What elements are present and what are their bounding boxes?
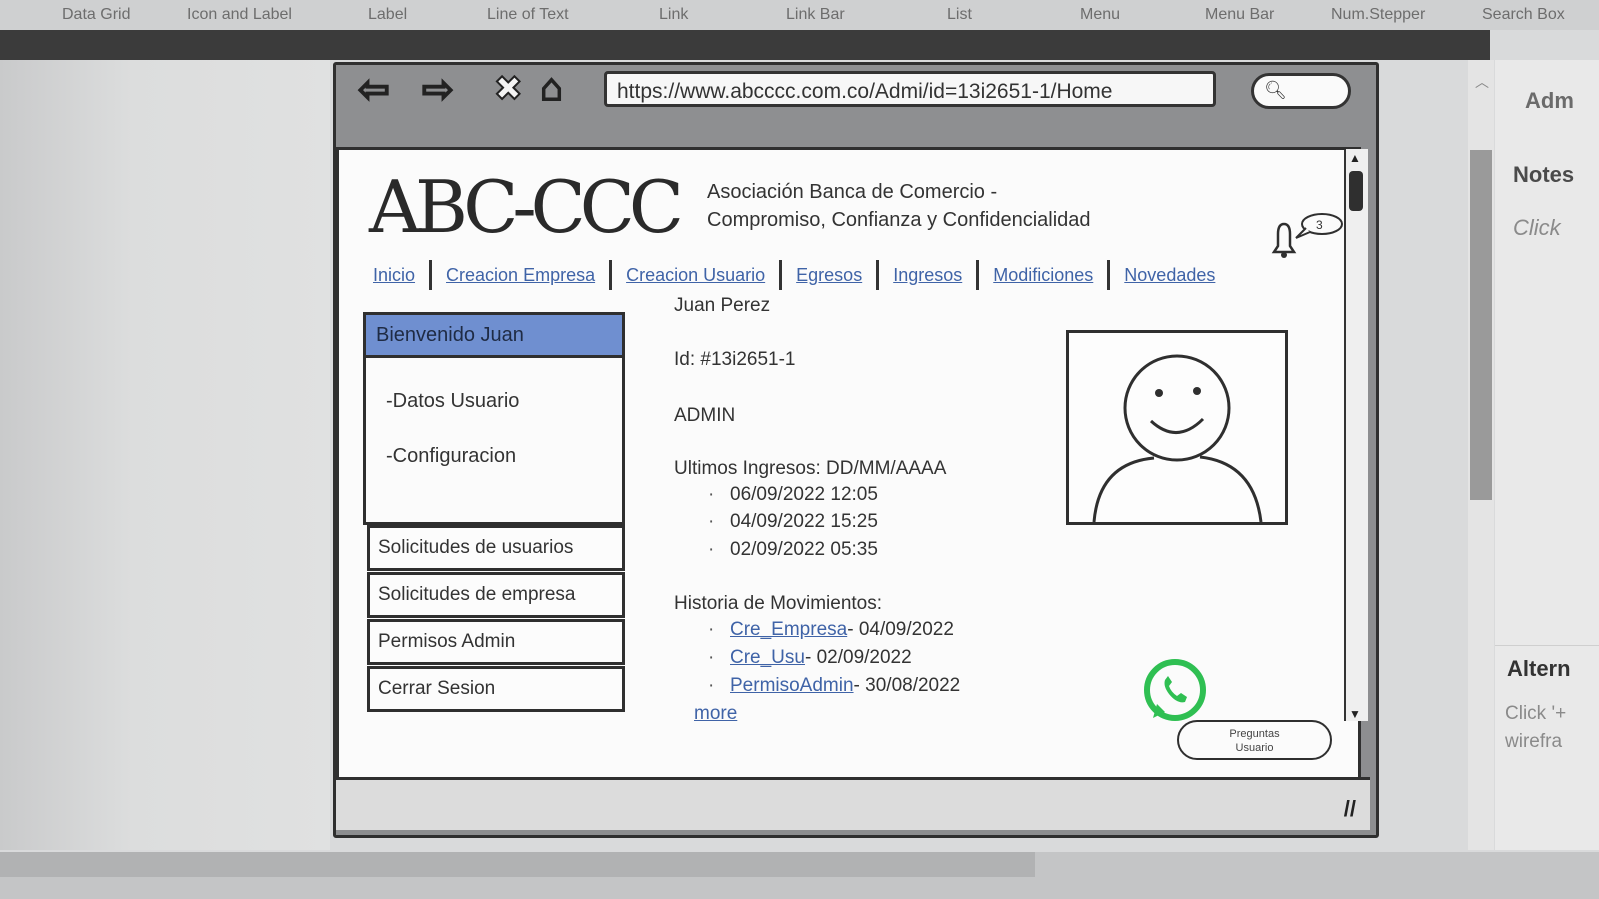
nav-creacion-empresa[interactable]: Creacion Empresa [432, 265, 609, 286]
user-name: Juan Perez [674, 295, 771, 316]
notification-bell-icon[interactable]: 3 [1264, 210, 1344, 260]
palette-item-link[interactable]: Link [659, 6, 688, 24]
palette-item-search-box[interactable]: Search Box [1482, 6, 1565, 24]
palette-item-menu[interactable]: Menu [1080, 6, 1120, 24]
scroll-down-arrow-icon[interactable]: ▼ [1349, 707, 1361, 721]
notification-count: 3 [1316, 218, 1323, 232]
history-date: - 30/08/2022 [853, 675, 961, 696]
nav-modificiones[interactable]: Modificiones [979, 265, 1107, 286]
close-icon[interactable]: ✖ [493, 69, 523, 109]
main-nav-bar: Inicio Creacion Empresa Creacion Usuario… [359, 260, 1229, 290]
web-page: ABC-CCC Asociación Banca de Comercio - C… [336, 147, 1361, 782]
inspector-panel: Adm Notes Click Altern Click '+ wirefra [1495, 60, 1599, 850]
palette-item-menu-bar[interactable]: Menu Bar [1205, 6, 1274, 24]
notes-label: Notes [1513, 162, 1575, 187]
history-label: Historia de Movimientos: [674, 593, 883, 614]
browser-search-box[interactable]: 🔍︎ [1251, 73, 1351, 109]
resize-grip-icon[interactable]: // [1344, 796, 1356, 822]
org-line-2: Compromiso, Confianza y Confidencialidad [707, 209, 1091, 231]
nav-egresos[interactable]: Egresos [782, 265, 876, 286]
horizontal-scrollbar[interactable] [0, 852, 1035, 877]
palette-item-list[interactable]: List [947, 6, 972, 24]
inspector-divider [1495, 645, 1599, 646]
org-line-1: Asociación Banca de Comercio - [707, 181, 998, 203]
palette-item-label[interactable]: Label [368, 6, 407, 24]
history-item: Cre_Usu- 02/09/2022 [708, 647, 912, 669]
login-entry: 02/09/2022 05:35 [708, 539, 878, 561]
solicitudes-empresa-button[interactable]: Solicitudes de empresa [367, 572, 625, 618]
history-date: - 04/09/2022 [847, 619, 954, 640]
solicitudes-usuarios-button[interactable]: Solicitudes de usuarios [367, 525, 625, 571]
browser-window-mockup: ⇦ ⇨ ✖ ⌂ https://www.abcccc.com.co/Admi/i… [333, 62, 1379, 838]
notes-hint[interactable]: Click [1513, 215, 1561, 241]
login-entry: 06/09/2022 12:05 [708, 484, 878, 506]
permisos-admin-button[interactable]: Permisos Admin [367, 619, 625, 665]
user-id: Id: #13i2651-1 [674, 349, 796, 370]
organization-heading: Asociación Banca de Comercio - Compromis… [707, 178, 1091, 234]
user-submenu: -Datos Usuario -Configuracion [363, 355, 625, 525]
canvas-background [0, 60, 330, 850]
url-field[interactable]: https://www.abcccc.com.co/Admi/id=13i265… [604, 71, 1216, 107]
company-logo: ABC-CCC [369, 165, 684, 249]
profile-photo-placeholder [1066, 330, 1288, 525]
user-avatar-icon [1092, 354, 1263, 523]
more-link[interactable]: more [694, 703, 737, 725]
preguntas-usuario-button[interactable]: Preguntas Usuario [1177, 720, 1332, 760]
scroll-up-icon[interactable]: ︿ [1475, 72, 1489, 92]
nav-ingresos[interactable]: Ingresos [879, 265, 976, 286]
cerrar-sesion-button[interactable]: Cerrar Sesion [367, 666, 625, 712]
scroll-thumb[interactable] [1470, 150, 1492, 500]
search-icon: 🔍︎ [1264, 80, 1287, 100]
forward-arrow-icon[interactable]: ⇨ [421, 67, 455, 112]
palette-item-link-bar[interactable]: Link Bar [786, 6, 845, 24]
home-icon[interactable]: ⌂ [539, 66, 564, 110]
history-date: - 02/09/2022 [804, 647, 912, 668]
whatsapp-icon[interactable] [1139, 656, 1211, 728]
browser-status-bar: // [336, 777, 1370, 830]
toolbar-strip [0, 30, 1490, 60]
back-arrow-icon[interactable]: ⇦ [357, 67, 391, 112]
page-scrollbar[interactable]: ▲ ▼ [1344, 149, 1368, 721]
last-logins-label: Ultimos Ingresos: DD/MM/AAAA [674, 458, 947, 479]
submenu-configuracion[interactable]: -Configuracion [386, 445, 516, 468]
page-scroll-thumb[interactable] [1349, 171, 1363, 211]
welcome-header: Bienvenido Juan [363, 312, 625, 358]
history-item: Cre_Empresa- 04/09/2022 [708, 619, 954, 641]
alternates-hint[interactable]: Click '+ wirefra [1505, 700, 1599, 756]
sidebar: Bienvenido Juan -Datos Usuario -Configur… [363, 312, 625, 712]
palette-item-num-stepper[interactable]: Num.Stepper [1331, 6, 1425, 24]
palette-item-line-of-text[interactable]: Line of Text [487, 6, 569, 24]
history-link-permiso-admin[interactable]: PermisoAdmin [730, 675, 854, 696]
nav-inicio[interactable]: Inicio [359, 265, 429, 286]
alternates-label: Altern [1507, 656, 1571, 681]
browser-toolbar: ⇦ ⇨ ✖ ⌂ https://www.abcccc.com.co/Admi/i… [336, 65, 1376, 140]
user-role: ADMIN [674, 405, 736, 426]
history-item: PermisoAdmin- 30/08/2022 [708, 675, 961, 697]
history-link-cre-empresa[interactable]: Cre_Empresa [730, 619, 847, 640]
component-palette: Data Grid Icon and Label Label Line of T… [0, 0, 1599, 30]
scroll-up-arrow-icon[interactable]: ▲ [1349, 151, 1361, 165]
canvas-scrollbar[interactable]: ︿ [1468, 60, 1494, 850]
palette-item-data-grid[interactable]: Data Grid [62, 6, 130, 24]
palette-item-icon-and-label[interactable]: Icon and Label [187, 6, 292, 24]
submenu-datos-usuario[interactable]: -Datos Usuario [386, 390, 519, 413]
login-entry: 04/09/2022 15:25 [708, 511, 878, 533]
inspector-title: Adm [1525, 88, 1574, 113]
nav-creacion-usuario[interactable]: Creacion Usuario [612, 265, 779, 286]
faq-label-line-2: Usuario [1235, 742, 1274, 754]
history-link-cre-usu[interactable]: Cre_Usu [730, 647, 805, 668]
nav-novedades[interactable]: Novedades [1110, 265, 1229, 286]
faq-label-line-1: Preguntas [1229, 728, 1280, 740]
